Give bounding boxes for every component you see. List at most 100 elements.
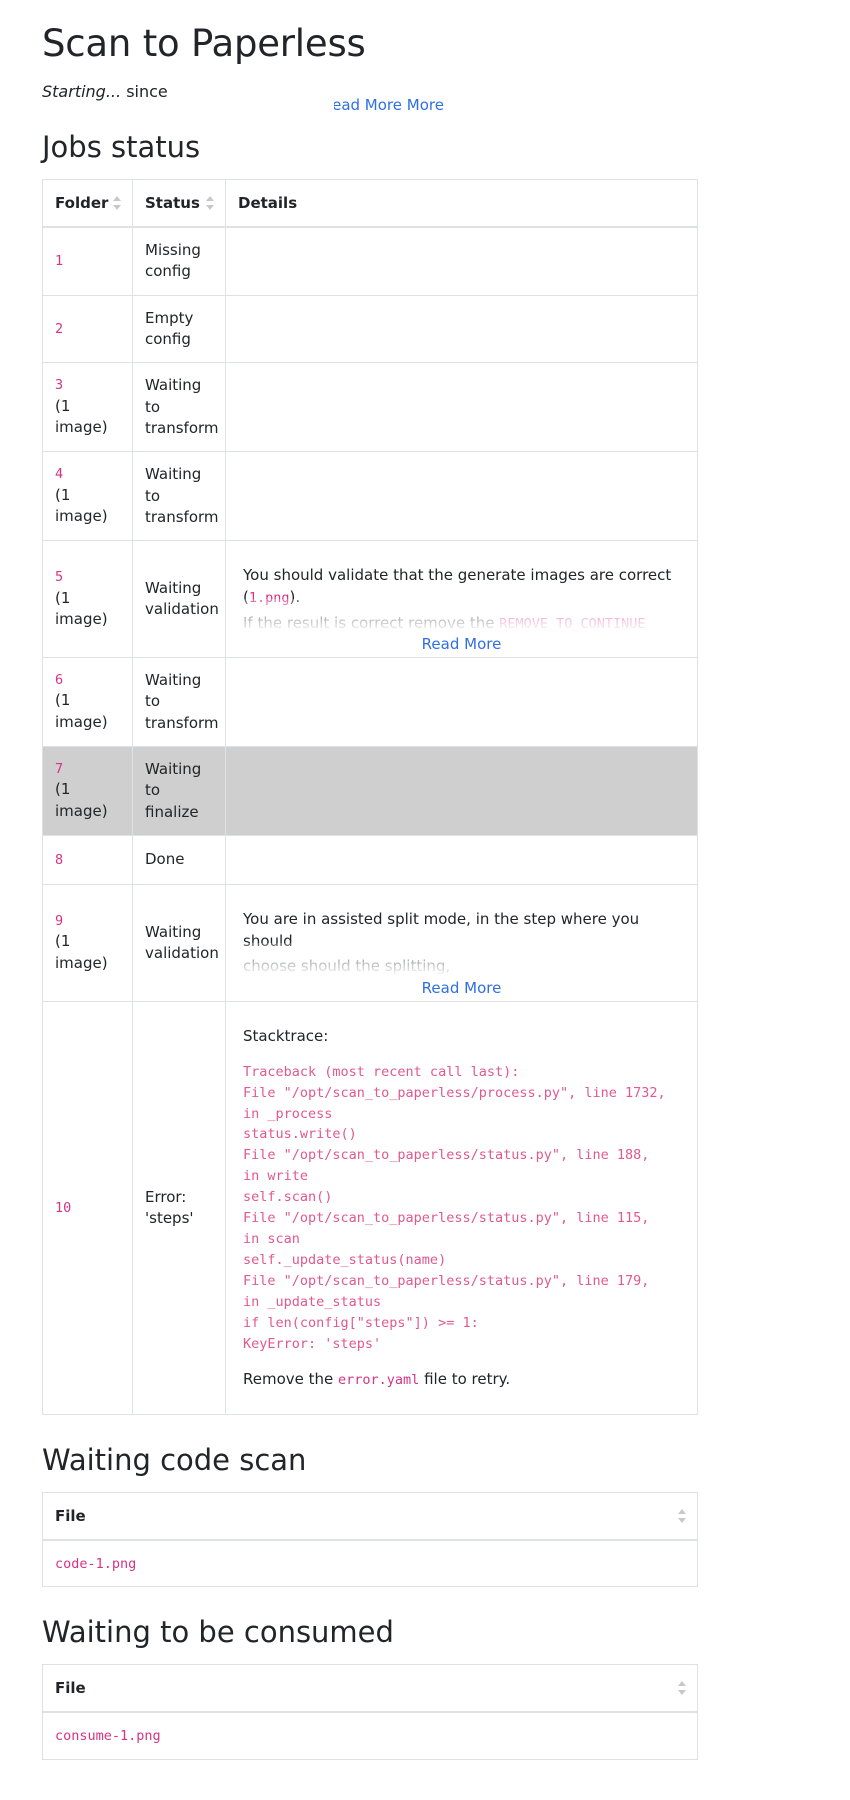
file-cell: consume-1.png [42, 1711, 698, 1760]
folder-link[interactable]: 10 [55, 1198, 120, 1218]
details-cell [225, 294, 698, 363]
details-cell: You should validate that the generate im… [225, 540, 698, 658]
status-cell: Waiting to transform [132, 657, 226, 747]
consume-body: consume-1.png [42, 1711, 698, 1760]
folder-cell: 5 (1 image) [42, 540, 133, 658]
details-line: You should validate that the generate im… [243, 565, 673, 609]
column-header-file[interactable]: File [42, 1492, 698, 1542]
details-cell [225, 451, 698, 541]
table-header-row: File [42, 1664, 698, 1714]
status-cell: Empty config [132, 294, 226, 363]
folder-cell: 6 (1 image) [42, 657, 133, 747]
column-header-file-label: File [55, 1679, 86, 1698]
folder-link[interactable]: 5 [55, 567, 120, 587]
folder-link[interactable]: 4 [55, 464, 120, 484]
sort-icon[interactable] [678, 1680, 687, 1696]
status-cell: Missing config [132, 226, 226, 296]
details-cell [225, 834, 698, 885]
status-cell: Waiting to finalize [132, 746, 226, 836]
folder-cell: 4 (1 image) [42, 451, 133, 541]
file-link[interactable]: code-1.png [55, 1556, 136, 1572]
status-cell: Done [132, 834, 226, 885]
details-truncated-block: You should validate that the generate im… [243, 565, 673, 634]
folder-cell: 8 [42, 834, 133, 885]
folder-image-count: (1 image) [55, 485, 108, 526]
status-since-label: since [126, 82, 168, 102]
table-row: 3 (1 image) Waiting to transform [42, 362, 698, 452]
folder-link[interactable]: 8 [55, 850, 120, 870]
table-row: 10 Error: 'steps' Stacktrace: Traceback … [42, 1000, 698, 1415]
folder-link[interactable]: 9 [55, 911, 120, 931]
details-cell [225, 362, 698, 452]
details-cell [225, 226, 698, 296]
status-read-more-link[interactable]: Read More More [334, 94, 444, 117]
jobs-table-body: 1 Missing config 2 Empty config 3 (1 ima… [42, 226, 698, 1415]
status-cell: Waiting validation [132, 540, 226, 658]
table-row: 9 (1 image) Waiting validation You are i… [42, 883, 698, 1002]
read-more-link[interactable]: Read More [226, 978, 697, 999]
table-row[interactable]: 7 (1 image) Waiting to finalize [42, 746, 698, 836]
table-row: 6 (1 image) Waiting to transform [42, 657, 698, 747]
status-cell: Waiting to transform [132, 451, 226, 541]
folder-image-count: (1 image) [55, 588, 108, 629]
status-cell: Error: 'steps' [132, 1000, 226, 1415]
folder-link[interactable]: 1 [55, 251, 120, 271]
sort-icon[interactable] [206, 195, 215, 211]
consume-table: File consume-1.png [42, 1664, 698, 1760]
column-header-details: Details [225, 179, 698, 229]
details-text: You should validate that the generate im… [243, 566, 672, 606]
details-line: You are in assisted split mode, in the s… [243, 909, 640, 950]
status-state: Starting... [42, 82, 122, 102]
table-row: 2 Empty config [42, 294, 698, 363]
jobs-status-table: Folder Status Details 1 Missing config 2… [42, 179, 698, 1416]
table-row: consume-1.png [42, 1711, 698, 1760]
column-header-file[interactable]: File [42, 1664, 698, 1714]
code-scan-heading: Waiting code scan [42, 1443, 307, 1478]
column-header-details-label: Details [238, 194, 298, 213]
consume-heading: Waiting to be consumed [42, 1615, 394, 1650]
code-scan-body: code-1.png [42, 1539, 698, 1587]
details-text: ). [289, 587, 301, 606]
stacktrace-intro: Stacktrace: [243, 1026, 329, 1045]
details-cell [225, 746, 698, 836]
table-row: code-1.png [42, 1539, 698, 1587]
jobs-status-heading: Jobs status [42, 130, 201, 165]
table-header-row: Folder Status Details [42, 179, 698, 229]
folder-link[interactable]: 7 [55, 759, 120, 779]
column-header-folder-label: Folder [55, 194, 109, 213]
folder-cell: 7 (1 image) [42, 746, 133, 836]
folder-link[interactable]: 6 [55, 670, 120, 690]
details-text: file to retry. [419, 1369, 511, 1388]
file-cell: code-1.png [42, 1539, 698, 1587]
details-truncated-block: You are in assisted split mode, in the s… [243, 909, 673, 977]
sort-icon[interactable] [113, 195, 122, 211]
table-row: 1 Missing config [42, 226, 698, 296]
table-header-row: File [42, 1492, 698, 1542]
table-row: 5 (1 image) Waiting validation You shoul… [42, 540, 698, 658]
folder-link[interactable]: 3 [55, 375, 120, 395]
sort-icon[interactable] [678, 1508, 687, 1524]
page-title: Scan to Paperless [42, 22, 366, 65]
status-cell: Waiting validation [132, 883, 226, 1002]
details-cell [225, 657, 698, 747]
inline-code: 1.png [248, 589, 290, 606]
folder-cell: 1 [42, 226, 133, 296]
table-row: 4 (1 image) Waiting to transform [42, 451, 698, 541]
folder-cell: 3 (1 image) [42, 362, 133, 452]
details-line: If the result is correct remove the REMO… [243, 613, 673, 634]
code-scan-table: File code-1.png [42, 1492, 698, 1588]
folder-image-count: (1 image) [55, 780, 108, 821]
folder-cell: 10 [42, 1000, 133, 1415]
file-link[interactable]: consume-1.png [55, 1728, 161, 1744]
folder-cell: 2 [42, 294, 133, 363]
column-header-status[interactable]: Status [132, 179, 226, 229]
table-row: 8 Done [42, 834, 698, 885]
details-cell: You are in assisted split mode, in the s… [225, 883, 698, 1002]
column-header-file-label: File [55, 1507, 86, 1526]
details-cell: Stacktrace: Traceback (most recent call … [225, 1000, 698, 1415]
read-more-link[interactable]: Read More [226, 634, 697, 655]
folder-link[interactable]: 2 [55, 319, 120, 339]
folder-image-count: (1 image) [55, 691, 108, 732]
column-header-folder[interactable]: Folder [42, 179, 133, 229]
inline-code: error.yaml [338, 1371, 420, 1388]
